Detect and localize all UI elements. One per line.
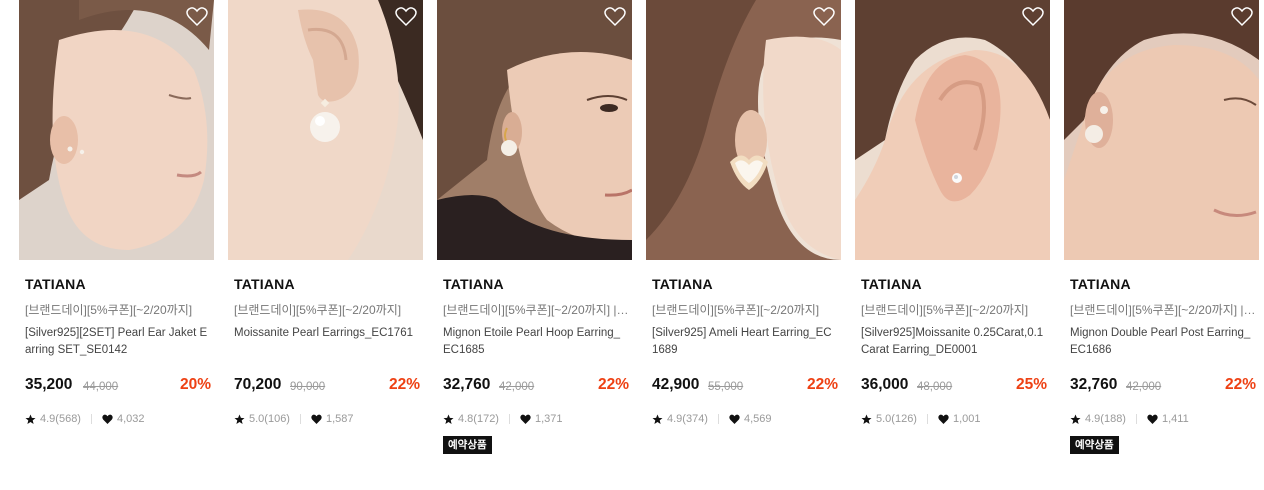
wishlist-heart-icon[interactable] <box>1022 7 1044 27</box>
product-image[interactable] <box>437 0 632 260</box>
star-icon <box>234 414 245 425</box>
rating-text: 4.9(568) <box>40 413 81 425</box>
product-meta: 5.0(126) 1,001 <box>861 412 981 426</box>
sale-price: 36,000 <box>861 376 909 393</box>
heart-filled-icon <box>1147 414 1158 425</box>
discount-rate: 20% <box>179 376 211 393</box>
product-card[interactable]: TATIANA [브랜드데이][5%쿠폰][~2/20까지] | [... Mi… <box>437 0 632 490</box>
likes-count: 4,569 <box>743 413 772 425</box>
product-meta: 4.9(188) 1,411 <box>1070 412 1189 426</box>
original-price: 42,000 <box>1126 381 1162 393</box>
original-price: 55,000 <box>708 381 744 393</box>
brand-name[interactable]: TATIANA <box>1070 276 1131 292</box>
brand-name[interactable]: TATIANA <box>652 276 713 292</box>
brand-name[interactable]: TATIANA <box>443 276 504 292</box>
star-icon <box>1070 414 1081 425</box>
likes-count: 4,032 <box>116 413 145 425</box>
divider <box>926 414 928 424</box>
brand-name[interactable]: TATIANA <box>25 276 86 292</box>
rating-text: 5.0(106) <box>249 413 290 425</box>
product-image[interactable] <box>228 0 423 260</box>
divider <box>299 414 301 424</box>
preorder-badge: 예약상품 <box>443 436 492 454</box>
product-image[interactable] <box>646 0 841 260</box>
discount-rate: 22% <box>806 376 838 393</box>
product-meta: 4.9(374) 4,569 <box>652 412 772 426</box>
product-card[interactable]: TATIANA [브랜드데이][5%쿠폰][~2/20까지] [Silver92… <box>855 0 1050 490</box>
product-card[interactable]: TATIANA [브랜드데이][5%쿠폰][~2/20까지] [Silver92… <box>646 0 841 490</box>
divider <box>508 414 510 424</box>
likes-count: 1,371 <box>534 413 563 425</box>
promo-text: [브랜드데이][5%쿠폰][~2/20까지] <box>234 303 402 317</box>
heart-filled-icon <box>102 414 113 425</box>
heart-filled-icon <box>729 414 740 425</box>
original-price: 48,000 <box>917 381 953 393</box>
likes-count: 1,587 <box>325 413 354 425</box>
wishlist-heart-icon[interactable] <box>395 7 417 27</box>
wishlist-heart-icon[interactable] <box>186 7 208 27</box>
star-icon <box>652 414 663 425</box>
sale-price: 70,200 <box>234 376 282 393</box>
product-meta: 5.0(106) 1,587 <box>234 412 354 426</box>
product-image[interactable] <box>855 0 1050 260</box>
heart-filled-icon <box>520 414 531 425</box>
heart-filled-icon <box>311 414 322 425</box>
product-name[interactable]: [Silver925] Ameli Heart Earring_EC1689 <box>652 325 836 359</box>
product-card[interactable]: TATIANA [브랜드데이][5%쿠폰][~2/20까지] Moissanit… <box>228 0 423 490</box>
rating-text: 5.0(126) <box>876 413 917 425</box>
product-name[interactable]: [Silver925]Moissanite 0.25Carat,0.1Carat… <box>861 325 1045 359</box>
sale-price: 42,900 <box>652 376 700 393</box>
likes-count: 1,411 <box>1161 413 1189 425</box>
promo-text: [브랜드데이][5%쿠폰][~2/20까지] <box>861 303 1029 317</box>
discount-rate: 22% <box>1224 376 1256 393</box>
product-name[interactable]: Mignon Etoile Pearl Hoop Earring_EC1685 <box>443 325 627 359</box>
divider <box>1135 414 1137 424</box>
product-grid: TATIANA [브랜드데이][5%쿠폰][~2/20까지] [Silver92… <box>19 0 1259 490</box>
product-image[interactable] <box>19 0 214 260</box>
product-name[interactable]: [Silver925][2SET] Pearl Ear Jaket Earrin… <box>25 325 209 359</box>
brand-name[interactable]: TATIANA <box>234 276 295 292</box>
rating-text: 4.8(172) <box>458 413 499 425</box>
original-price: 42,000 <box>499 381 535 393</box>
promo-text: [브랜드데이][5%쿠폰][~2/20까지] | [... <box>443 303 629 317</box>
promo-text: [브랜드데이][5%쿠폰][~2/20까지] | [... <box>1070 303 1256 317</box>
wishlist-heart-icon[interactable] <box>1231 7 1253 27</box>
star-icon <box>861 414 872 425</box>
divider <box>90 414 92 424</box>
preorder-badge: 예약상품 <box>1070 436 1119 454</box>
product-card[interactable]: TATIANA [브랜드데이][5%쿠폰][~2/20까지] | [... Mi… <box>1064 0 1259 490</box>
sale-price: 35,200 <box>25 376 73 393</box>
heart-filled-icon <box>938 414 949 425</box>
product-name[interactable]: Moissanite Pearl Earrings_EC1761 <box>234 325 418 342</box>
star-icon <box>443 414 454 425</box>
product-meta: 4.9(568) 4,032 <box>25 412 145 426</box>
wishlist-heart-icon[interactable] <box>604 7 626 27</box>
sale-price: 32,760 <box>443 376 491 393</box>
star-icon <box>25 414 36 425</box>
discount-rate: 22% <box>597 376 629 393</box>
promo-text: [브랜드데이][5%쿠폰][~2/20까지] <box>652 303 820 317</box>
divider <box>717 414 719 424</box>
product-image[interactable] <box>1064 0 1259 260</box>
product-meta: 4.8(172) 1,371 <box>443 412 563 426</box>
likes-count: 1,001 <box>952 413 981 425</box>
original-price: 90,000 <box>290 381 326 393</box>
original-price: 44,000 <box>83 381 119 393</box>
rating-text: 4.9(188) <box>1085 413 1126 425</box>
rating-text: 4.9(374) <box>667 413 708 425</box>
product-card[interactable]: TATIANA [브랜드데이][5%쿠폰][~2/20까지] [Silver92… <box>19 0 214 490</box>
discount-rate: 25% <box>1015 376 1047 393</box>
brand-name[interactable]: TATIANA <box>861 276 922 292</box>
promo-text: [브랜드데이][5%쿠폰][~2/20까지] <box>25 303 193 317</box>
discount-rate: 22% <box>388 376 420 393</box>
product-name[interactable]: Mignon Double Pearl Post Earring_EC1686 <box>1070 325 1254 359</box>
sale-price: 32,760 <box>1070 376 1118 393</box>
wishlist-heart-icon[interactable] <box>813 7 835 27</box>
